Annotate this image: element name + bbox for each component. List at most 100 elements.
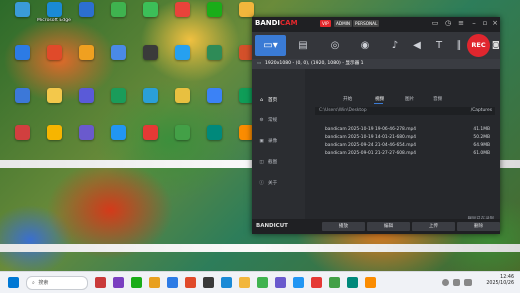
home-icon: ⌂ — [260, 98, 263, 103]
status-bar: ▭ 1920x1080 - (0, 0), (1920, 1080) - 显示器… — [252, 59, 500, 69]
app-icon — [110, 125, 126, 140]
taskbar-app-icon[interactable] — [131, 277, 142, 288]
tab-image[interactable]: 图片 — [405, 96, 414, 102]
app-icon — [142, 45, 158, 60]
menu-icon[interactable]: ≡ — [456, 19, 466, 28]
taskbar-app-icon[interactable] — [167, 277, 178, 288]
taskbar-app-icon[interactable] — [257, 277, 268, 288]
taskbar-app-icon[interactable] — [113, 277, 124, 288]
app-icon — [142, 88, 158, 103]
clock-icon[interactable]: ◷ — [443, 19, 453, 28]
file-row[interactable]: bandicam 2025-10-19 14-01-21-680.mp4 50.2… — [325, 134, 490, 141]
taskbar-app-icon[interactable] — [149, 277, 160, 288]
app-icon — [14, 125, 30, 140]
camera-icon[interactable]: ◙ — [492, 40, 500, 50]
app-icon — [206, 88, 222, 103]
gear-icon: ⚙ — [259, 118, 264, 123]
taskbar-app-icon[interactable] — [329, 277, 340, 288]
desktop-icon[interactable] — [226, 2, 266, 18]
output-path-bar[interactable]: C:\Users\Win\Desktop /Captures — [315, 107, 495, 115]
capture-folder-button[interactable]: /Captures — [471, 107, 492, 115]
game-mode-icon[interactable]: ◎ — [322, 35, 348, 56]
app-icon — [78, 2, 94, 17]
minimize-button[interactable]: – — [469, 19, 479, 28]
title-bar: BANDICAM VIP ADMIN PERSONAL ▭ ◷ ≡ – ▫ × — [252, 17, 500, 32]
clock[interactable]: 12:46 2025/10/26 — [486, 275, 514, 287]
app-icon — [206, 2, 222, 17]
monitor-icon: ▭ — [257, 61, 262, 66]
app-icon — [78, 125, 94, 140]
tab-start[interactable]: 开始 — [343, 96, 352, 102]
folder-icon[interactable]: ▭ — [430, 19, 440, 28]
sidebar: ⌂ 首页 ⚙ 常规 ▣ 录像 ◫ 截图 ⓘ 关于 — [252, 69, 304, 219]
app-icon — [78, 45, 94, 60]
taskbar-app-icon[interactable] — [239, 277, 250, 288]
restore-button[interactable]: ▫ — [480, 19, 490, 28]
screen-mode-icon[interactable]: ▭▾ — [255, 35, 286, 56]
vip-badge: VIP — [320, 20, 331, 27]
app-icon — [174, 125, 190, 140]
main-panel: 开始 视频 图片 音频 C:\Users\Win\Desktop /Captur… — [305, 69, 500, 222]
wifi-icon[interactable] — [442, 279, 449, 286]
app-icon — [142, 125, 158, 140]
edit-button[interactable]: 编辑 — [367, 222, 410, 231]
wallpaper-stripe — [0, 244, 520, 252]
output-path: C:\Users\Win\Desktop — [319, 108, 367, 113]
tab-audio[interactable]: 音频 — [433, 96, 442, 102]
file-row[interactable]: bandicam 2025-10-19 19-06-46-278.mp4 41.1… — [325, 126, 490, 133]
taskbar-app-icon[interactable] — [95, 277, 106, 288]
resolution-text: 1920x1080 - (0, 0), (1920, 1080) - 显示器 1 — [265, 61, 364, 66]
app-icon — [110, 88, 126, 103]
mode-toolbar: ▭▾ ▤ ◎ ◉ ♪ ◀ T ∥ REC ◙ — [252, 32, 500, 59]
app-icon — [46, 45, 62, 60]
footer-bar: BANDICUT 播放 编辑 上传 删除 — [252, 219, 500, 234]
close-button[interactable]: × — [490, 19, 500, 28]
speaker-icon[interactable] — [453, 279, 460, 286]
taskbar-app-icon[interactable] — [221, 277, 232, 288]
taskbar-app-icon[interactable] — [311, 277, 322, 288]
taskbar: ⌕ 搜索 12:46 2025/10/26 — [0, 271, 520, 293]
tab-video[interactable]: 视频 — [375, 96, 384, 102]
taskbar-app-icon[interactable] — [203, 277, 214, 288]
taskbar-app-icon[interactable] — [365, 277, 376, 288]
taskbar-app-icon[interactable] — [275, 277, 286, 288]
app-icon — [142, 2, 158, 17]
app-icon — [14, 45, 30, 60]
personal-badge: PERSONAL — [353, 20, 380, 27]
sidebar-item-video[interactable]: ▣ 录像 — [258, 137, 302, 147]
sidebar-item-general[interactable]: ⚙ 常规 — [258, 116, 302, 126]
start-icon[interactable] — [8, 277, 19, 288]
sidebar-item-home[interactable]: ⌂ 首页 — [258, 96, 302, 106]
bandicam-window: BANDICAM VIP ADMIN PERSONAL ▭ ◷ ≡ – ▫ × … — [252, 17, 500, 234]
upload-button[interactable]: 上传 — [412, 222, 455, 231]
desktop-icon-label: Microsoft Edge — [37, 18, 71, 23]
sidebar-item-image[interactable]: ◫ 截图 — [258, 158, 302, 168]
rectangle-mode-icon[interactable]: ▤ — [290, 35, 316, 56]
file-row[interactable]: bandicam 2025-09-01 21-27-27-608.mp4 61.0… — [325, 150, 490, 157]
delete-button[interactable]: 删除 — [457, 222, 500, 231]
rec-button[interactable]: REC — [467, 34, 490, 57]
info-icon: ⓘ — [259, 181, 264, 186]
bandicut-logo[interactable]: BANDICUT — [256, 223, 288, 229]
app-icon — [78, 88, 94, 103]
battery-icon[interactable] — [464, 279, 472, 286]
app-icon — [14, 2, 30, 17]
admin-badge: ADMIN — [334, 20, 353, 27]
video-icon: ▣ — [259, 139, 264, 144]
file-row[interactable]: bandicam 2025-09-24 21-04-46-654.mp4 64.9… — [325, 142, 490, 149]
app-icon — [174, 88, 190, 103]
app-icon — [174, 2, 190, 17]
webcam-icon[interactable]: ◉ — [352, 35, 378, 56]
taskbar-app-icon[interactable] — [347, 277, 358, 288]
app-icon — [14, 88, 30, 103]
taskbar-app-icon[interactable] — [185, 277, 196, 288]
app-icon — [174, 45, 190, 60]
app-icon — [46, 125, 62, 140]
app-icon — [46, 2, 62, 17]
search-input[interactable]: ⌕ 搜索 — [26, 276, 88, 290]
date: 2025/10/26 — [486, 281, 514, 286]
play-button[interactable]: 播放 — [322, 222, 365, 231]
sidebar-item-about[interactable]: ⓘ 关于 — [258, 179, 302, 189]
taskbar-app-icon[interactable] — [293, 277, 304, 288]
app-icon — [110, 2, 126, 17]
